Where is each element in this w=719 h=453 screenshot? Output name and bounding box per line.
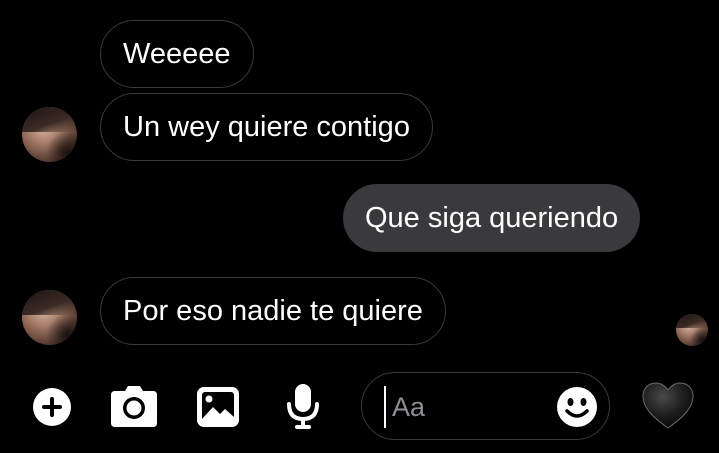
add-icon[interactable]: [30, 385, 74, 429]
text-caret: [384, 386, 386, 428]
emoji-icon[interactable]: [555, 385, 599, 429]
contact-avatar[interactable]: [22, 290, 77, 345]
contact-avatar[interactable]: [22, 107, 77, 162]
camera-icon[interactable]: [108, 384, 160, 430]
microphone-icon[interactable]: [283, 380, 323, 432]
chat-screen: Weeeee Un wey quiere contigo Que siga qu…: [0, 0, 719, 453]
message-composer[interactable]: Aa: [361, 372, 610, 440]
incoming-message[interactable]: Weeeee: [100, 20, 254, 88]
image-icon[interactable]: [195, 384, 241, 430]
outgoing-message[interactable]: Que siga queriendo: [343, 184, 641, 252]
heart-icon[interactable]: [640, 380, 696, 432]
incoming-message[interactable]: Un wey quiere contigo: [100, 93, 433, 161]
message-input[interactable]: Aa: [392, 387, 425, 427]
read-receipt-avatar: [676, 314, 708, 346]
incoming-message[interactable]: Por eso nadie te quiere: [100, 277, 446, 345]
